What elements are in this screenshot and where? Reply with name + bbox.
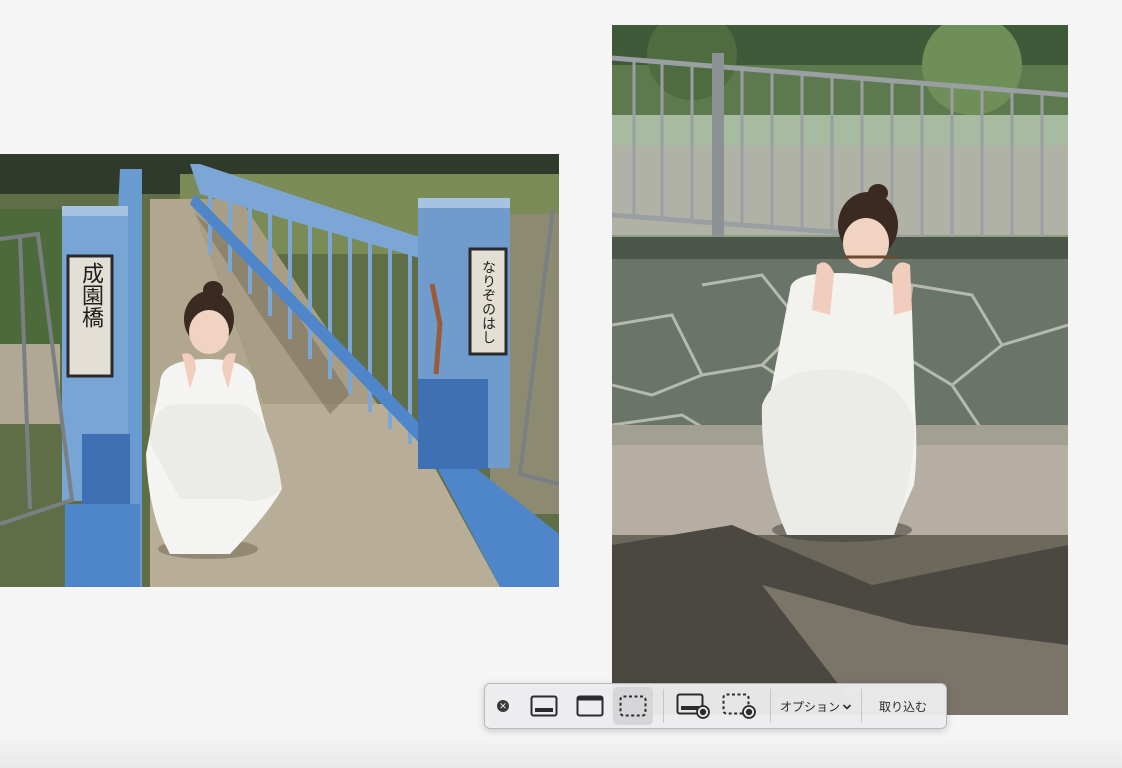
record-selection-icon bbox=[722, 693, 756, 719]
record-screen-icon bbox=[676, 693, 710, 719]
capture-entire-screen-icon bbox=[530, 695, 558, 717]
close-icon: ✕ bbox=[497, 700, 509, 712]
screen-bottom-strip bbox=[0, 740, 1122, 768]
capture-window-button[interactable] bbox=[567, 687, 613, 725]
toolbar-separator bbox=[663, 689, 664, 723]
bridge-scene-illustration bbox=[0, 154, 559, 587]
photo-wall-woman bbox=[612, 25, 1068, 715]
screenshot-toolbar: ✕ オプション 取り込む bbox=[484, 683, 947, 729]
capture-label: 取り込む bbox=[878, 699, 927, 714]
close-button[interactable]: ✕ bbox=[485, 687, 521, 725]
capture-selection-button[interactable] bbox=[613, 687, 653, 725]
capture-entire-screen-button[interactable] bbox=[521, 687, 567, 725]
bridge-sign-right: なりぞのはし bbox=[480, 260, 496, 344]
photo-bridge-woman: 成園橋 なりぞのはし bbox=[0, 154, 559, 587]
chevron-down-icon bbox=[842, 704, 852, 710]
bridge-sign-left: 成園橋 bbox=[78, 262, 103, 328]
record-selection-button[interactable] bbox=[716, 687, 762, 725]
capture-button[interactable]: 取り込む bbox=[862, 687, 944, 725]
options-label: オプション bbox=[779, 699, 840, 714]
wall-scene-illustration bbox=[612, 25, 1068, 715]
capture-selection-icon bbox=[619, 695, 647, 717]
capture-window-icon bbox=[576, 695, 604, 717]
record-screen-button[interactable] bbox=[670, 687, 716, 725]
options-menu-button[interactable]: オプション bbox=[771, 687, 861, 725]
